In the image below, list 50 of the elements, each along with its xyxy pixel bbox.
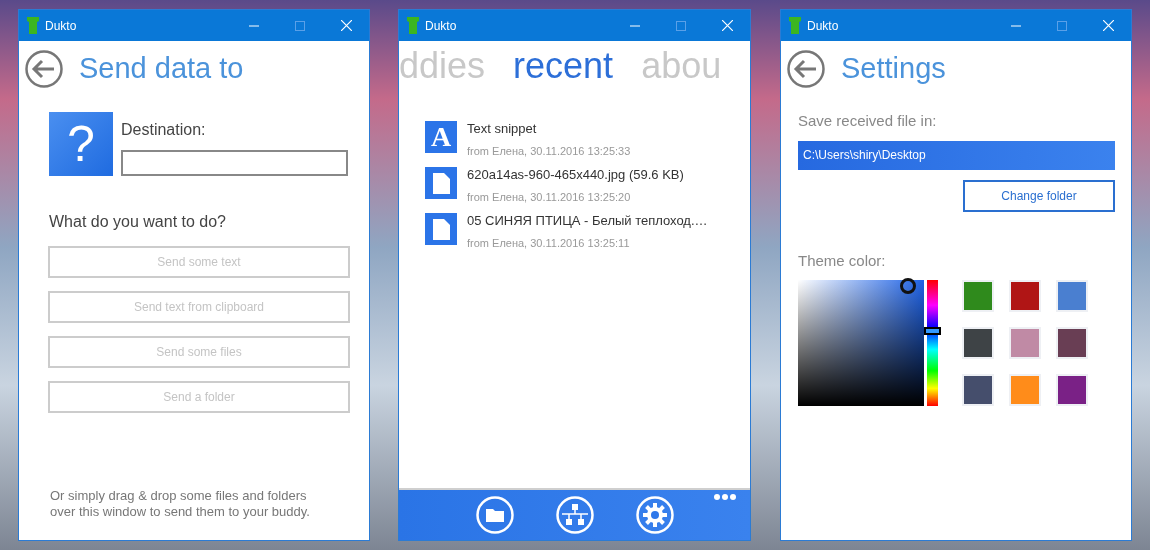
color-swatch[interactable]	[1009, 374, 1041, 406]
unknown-buddy-avatar: ?	[49, 112, 113, 176]
window-title: Dukto	[425, 17, 458, 35]
hue-slider[interactable]	[927, 280, 938, 406]
item-name: 05 СИНЯЯ ПТИЦА - Белый теплоход.…	[467, 212, 708, 230]
item-name: Text snippet	[467, 120, 538, 138]
color-swatch[interactable]	[962, 327, 994, 359]
question-text: What do you want to do?	[49, 212, 227, 232]
text-snippet-icon: A	[425, 121, 457, 153]
window-title: Dukto	[45, 17, 78, 35]
file-icon	[425, 167, 457, 199]
item-details: from Елена, 30.11.2016 13:25:11	[467, 235, 631, 251]
app-logo-icon	[407, 17, 419, 34]
change-folder-button[interactable]: Change folder	[963, 179, 1115, 212]
close-icon	[1102, 20, 1114, 31]
color-swatch[interactable]	[1056, 280, 1088, 312]
item-details: from Елена, 30.11.2016 13:25:20	[467, 189, 632, 205]
folder-icon[interactable]	[475, 496, 514, 534]
maximize-icon	[1057, 20, 1067, 31]
destination-label: Destination:	[121, 120, 207, 140]
item-name: 620a14as-960-465x440.jpg (59.6 KB)	[467, 166, 684, 184]
color-swatch[interactable]	[1009, 280, 1041, 312]
app-logo-icon	[789, 17, 801, 34]
more-icon[interactable]	[714, 494, 736, 500]
color-swatch[interactable]	[962, 374, 994, 406]
maximize-icon	[676, 20, 686, 31]
color-picker-field[interactable]	[798, 280, 924, 406]
save-folder-label: Save received file in:	[798, 111, 938, 131]
color-swatch[interactable]	[962, 280, 994, 312]
color-swatch[interactable]	[1009, 327, 1041, 359]
close-icon	[340, 20, 352, 31]
folder-path-field: C:\Users\shiry\Desktop	[798, 140, 1115, 170]
picker-handle[interactable]	[900, 278, 916, 294]
settings-icon[interactable]	[635, 496, 674, 534]
item-details: from Елена, 30.11.2016 13:25:33	[467, 143, 631, 159]
page-heading: Settings	[841, 50, 946, 86]
maximize-icon	[295, 20, 305, 31]
hue-slider-thumb[interactable]	[924, 327, 941, 336]
app-logo-icon	[27, 17, 39, 34]
theme-color-label: Theme color:	[798, 250, 887, 271]
section-tab[interactable]: recent	[513, 48, 614, 84]
color-swatch[interactable]	[1056, 374, 1088, 406]
drag-drop-hint: Or simply drag & drop some files and folders over this window to send them to your buddy.	[50, 488, 311, 520]
close-icon	[721, 20, 733, 31]
window-title: Dukto	[807, 17, 840, 35]
color-swatch[interactable]	[1056, 327, 1088, 359]
destination-field[interactable]	[121, 150, 348, 176]
page-heading: Send data to	[79, 50, 244, 86]
network-icon[interactable]	[555, 496, 594, 534]
file-icon	[425, 213, 457, 245]
